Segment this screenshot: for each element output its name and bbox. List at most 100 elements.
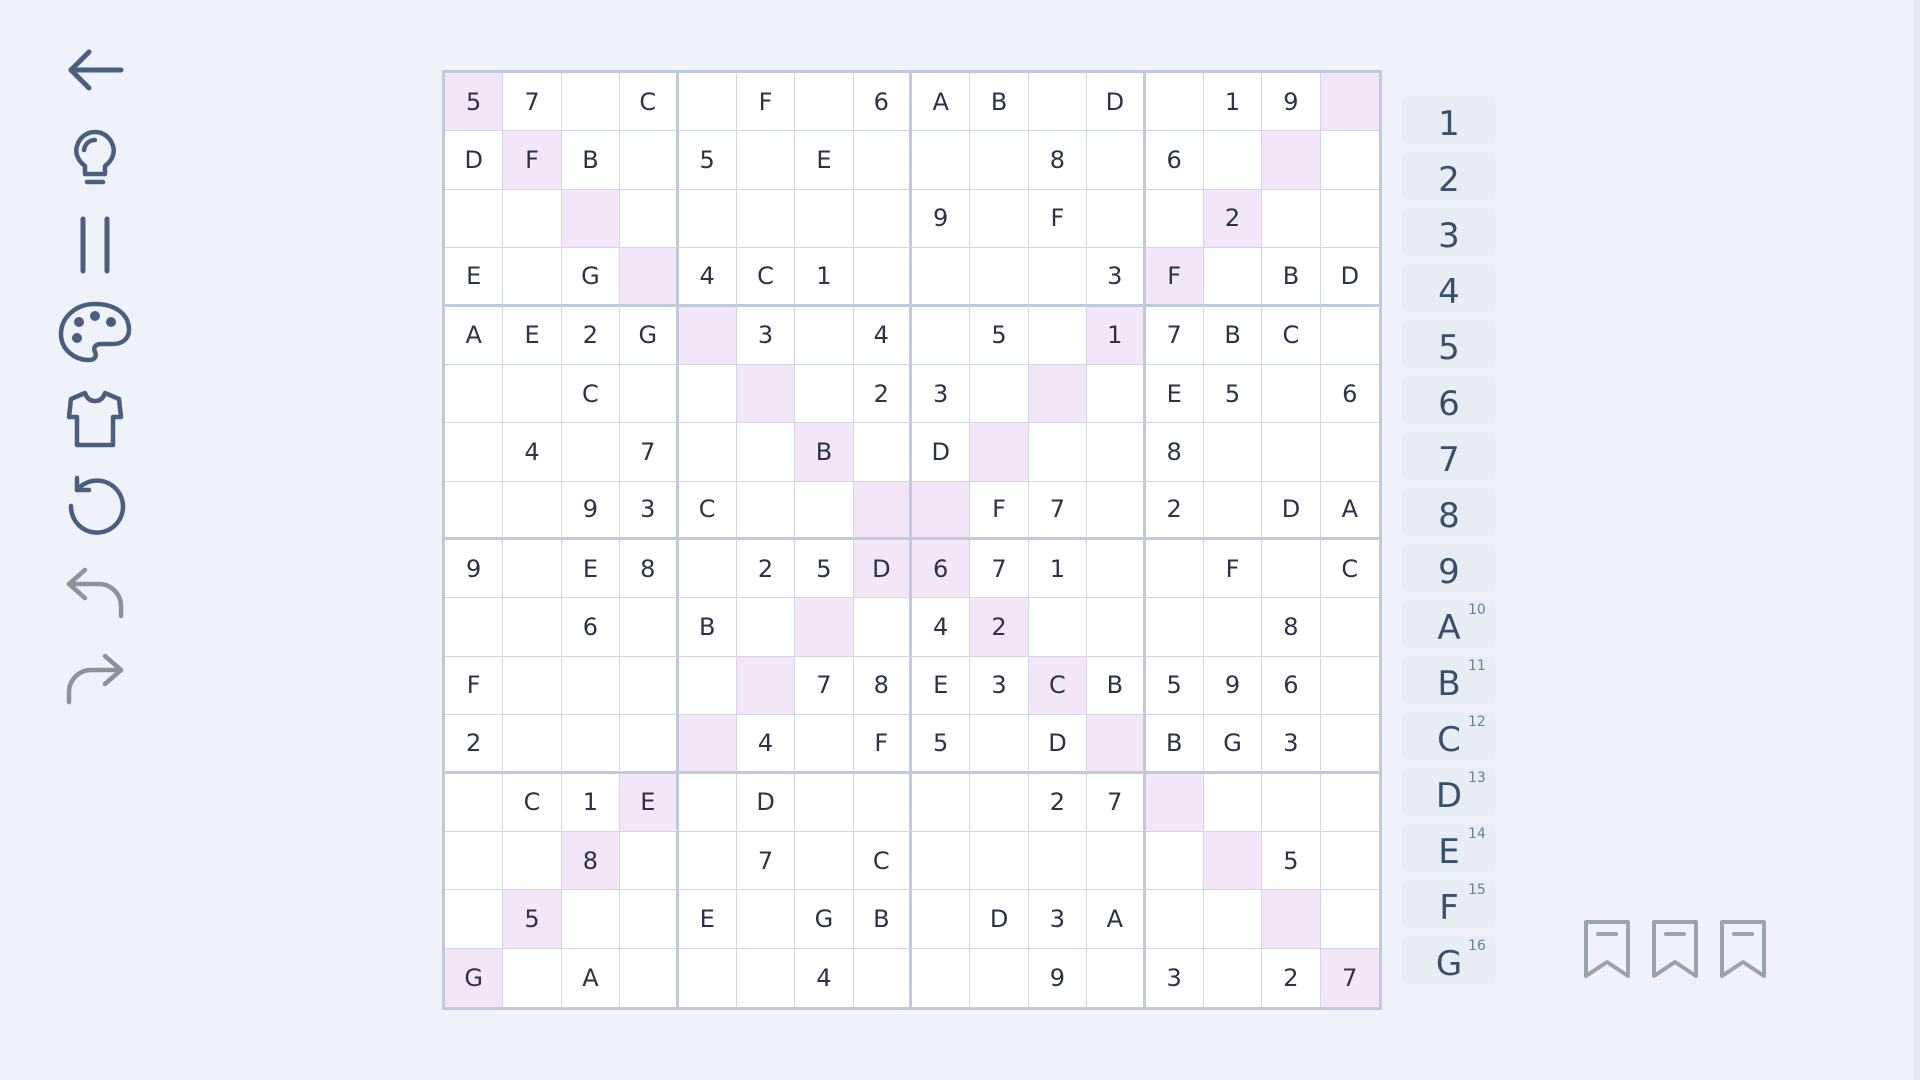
board-cell[interactable] xyxy=(795,364,854,424)
board-cell[interactable] xyxy=(736,131,796,190)
board-cell[interactable]: 2 xyxy=(736,540,796,599)
board-cell[interactable] xyxy=(561,423,621,482)
board-cell[interactable] xyxy=(1145,598,1204,657)
board-cell[interactable]: 7 xyxy=(1320,948,1379,1007)
board-cell[interactable]: 7 xyxy=(1145,306,1204,365)
board-cell[interactable] xyxy=(1145,73,1204,132)
board-cell[interactable] xyxy=(736,890,796,949)
board-cell[interactable] xyxy=(853,481,912,540)
board-cell[interactable] xyxy=(1145,831,1204,891)
numpad-key[interactable]: 3 xyxy=(1402,208,1496,256)
board-cell[interactable] xyxy=(620,364,679,424)
board-cell[interactable] xyxy=(853,189,912,249)
board-cell[interactable] xyxy=(503,948,562,1007)
board-cell[interactable] xyxy=(795,306,854,365)
board-cell[interactable] xyxy=(1203,481,1263,540)
board-cell[interactable] xyxy=(1262,773,1321,832)
theme-button[interactable] xyxy=(55,292,135,372)
board-cell[interactable]: 3 xyxy=(1262,715,1321,774)
numpad-key[interactable]: B 11 xyxy=(1402,656,1496,704)
board-cell[interactable]: 5 xyxy=(1145,656,1204,716)
board-cell[interactable] xyxy=(620,248,679,307)
board-cell[interactable]: 9 xyxy=(912,189,971,249)
board-cell[interactable]: A xyxy=(445,306,504,365)
board-cell[interactable]: A xyxy=(1087,890,1146,949)
board-cell[interactable] xyxy=(912,131,971,190)
board-cell[interactable] xyxy=(678,656,737,716)
board-cell[interactable] xyxy=(1087,598,1146,657)
numpad-key[interactable]: 5 xyxy=(1402,320,1496,368)
board-cell[interactable]: F xyxy=(1028,189,1088,249)
board-cell[interactable]: E xyxy=(503,306,562,365)
board-cell[interactable] xyxy=(503,364,562,424)
board-cell[interactable] xyxy=(1028,598,1088,657)
board-cell[interactable] xyxy=(1320,890,1379,949)
board-cell[interactable]: 2 xyxy=(853,364,912,424)
board-cell[interactable] xyxy=(678,73,737,132)
board-cell[interactable] xyxy=(1087,423,1146,482)
board-cell[interactable] xyxy=(1145,890,1204,949)
bookmark-button-1[interactable] xyxy=(1580,918,1634,980)
board-cell[interactable]: 5 xyxy=(1262,831,1321,891)
board-cell[interactable]: C xyxy=(853,831,912,891)
board-cell[interactable] xyxy=(1203,423,1263,482)
board-cell[interactable]: 6 xyxy=(1145,131,1204,190)
board-cell[interactable] xyxy=(503,248,562,307)
board-cell[interactable]: 9 xyxy=(561,481,621,540)
board-cell[interactable]: 3 xyxy=(1028,890,1088,949)
board-cell[interactable] xyxy=(445,189,504,249)
board-cell[interactable] xyxy=(1320,598,1379,657)
board-cell[interactable]: B xyxy=(970,73,1029,132)
board-cell[interactable]: 2 xyxy=(970,598,1029,657)
board-cell[interactable]: 4 xyxy=(795,948,854,1007)
board-cell[interactable] xyxy=(678,773,737,832)
board-cell[interactable] xyxy=(678,540,737,599)
board-cell[interactable]: 1 xyxy=(1087,306,1146,365)
board-cell[interactable]: C xyxy=(503,773,562,832)
board-cell[interactable]: 8 xyxy=(1028,131,1088,190)
board-cell[interactable] xyxy=(445,423,504,482)
board-cell[interactable]: G xyxy=(561,248,621,307)
board-cell[interactable] xyxy=(853,423,912,482)
board-cell[interactable]: B xyxy=(1145,715,1204,774)
redo-button[interactable] xyxy=(55,638,135,718)
board-cell[interactable] xyxy=(795,598,854,657)
board-cell[interactable]: 7 xyxy=(1087,773,1146,832)
board-cell[interactable] xyxy=(1145,540,1204,599)
board-cell[interactable] xyxy=(1087,831,1146,891)
board-cell[interactable]: C xyxy=(561,364,621,424)
board-cell[interactable] xyxy=(620,189,679,249)
board-cell[interactable] xyxy=(1087,481,1146,540)
board-cell[interactable]: 1 xyxy=(1203,73,1263,132)
board-cell[interactable] xyxy=(1087,948,1146,1007)
board-cell[interactable]: 5 xyxy=(970,306,1029,365)
board-cell[interactable] xyxy=(912,948,971,1007)
board-cell[interactable] xyxy=(795,831,854,891)
board-cell[interactable] xyxy=(620,598,679,657)
board-cell[interactable] xyxy=(503,656,562,716)
board-cell[interactable] xyxy=(1262,131,1321,190)
bookmark-button-2[interactable] xyxy=(1648,918,1702,980)
board-cell[interactable]: B xyxy=(678,598,737,657)
board-cell[interactable] xyxy=(912,481,971,540)
board-cell[interactable] xyxy=(1203,598,1263,657)
board-cell[interactable]: D xyxy=(445,131,504,190)
board-cell[interactable]: A xyxy=(1320,481,1379,540)
board-cell[interactable] xyxy=(561,656,621,716)
board-cell[interactable] xyxy=(1320,423,1379,482)
board-cell[interactable]: B xyxy=(853,890,912,949)
board-cell[interactable]: A xyxy=(912,73,971,132)
board-cell[interactable]: E xyxy=(445,248,504,307)
board-cell[interactable]: B xyxy=(795,423,854,482)
board-cell[interactable]: 2 xyxy=(1262,948,1321,1007)
bookmark-button-3[interactable] xyxy=(1716,918,1770,980)
board-cell[interactable]: 8 xyxy=(561,831,621,891)
board-cell[interactable]: 5 xyxy=(912,715,971,774)
board-cell[interactable] xyxy=(503,540,562,599)
board-cell[interactable] xyxy=(970,131,1029,190)
board-cell[interactable]: 9 xyxy=(1262,73,1321,132)
board-cell[interactable] xyxy=(620,715,679,774)
board-cell[interactable] xyxy=(503,831,562,891)
board-cell[interactable] xyxy=(795,189,854,249)
board-cell[interactable] xyxy=(853,773,912,832)
